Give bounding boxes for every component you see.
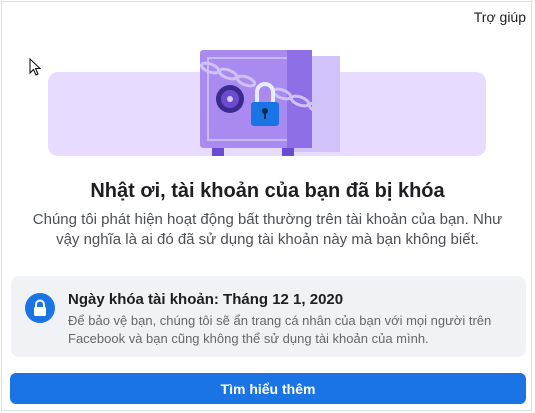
page-description: Chúng tôi phát hiện hoạt động bất thường… [32, 211, 503, 248]
lock-notice-card: Ngày khóa tài khoản: Tháng 12 1, 2020 Để… [11, 276, 526, 357]
lock-date-title: Ngày khóa tài khoản: Tháng 12 1, 2020 [68, 291, 344, 308]
learn-more-button[interactable]: Tìm hiểu thêm [10, 373, 526, 404]
page-title: Nhật ơi, tài khoản của bạn đã bị khóa [90, 180, 445, 202]
mouse-cursor-icon [29, 58, 41, 76]
lock-notice-text: Để bảo vệ bạn, chúng tôi sẽ ẩn trang cá … [68, 313, 492, 346]
help-link[interactable]: Trợ giúp [474, 9, 526, 25]
locked-safe-icon [199, 50, 340, 156]
lock-icon [25, 293, 55, 323]
